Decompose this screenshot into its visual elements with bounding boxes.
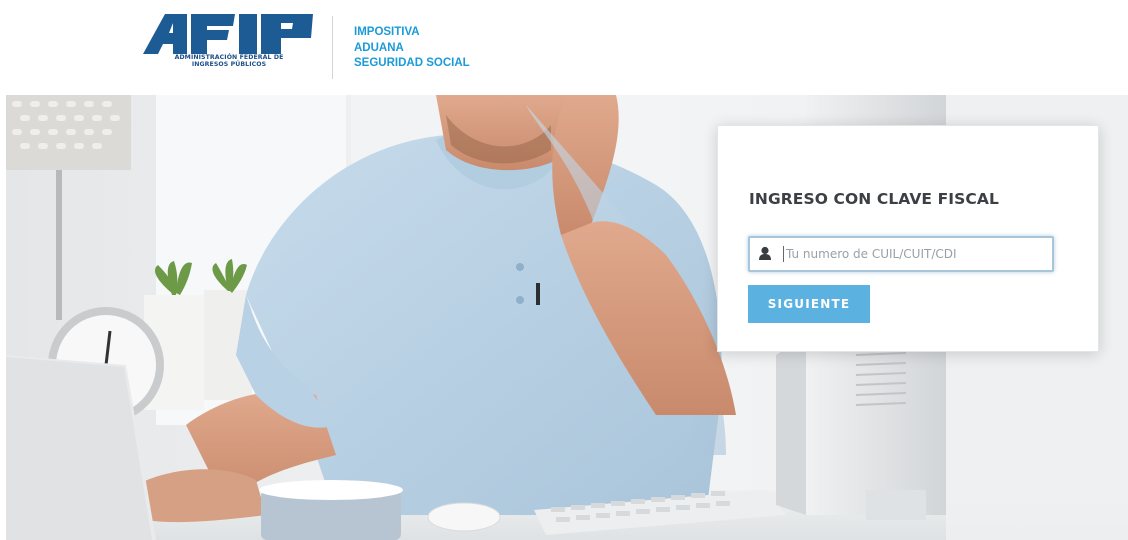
cuil-input[interactable] [783, 241, 1048, 267]
logo-subtitle-line2: INGRESOS PÚBLICOS [191, 61, 267, 68]
login-title: INGRESO CON CLAVE FISCAL [749, 190, 999, 208]
afip-logo-subtitle: ADMINISTRACIÓN FEDERAL DE INGRESOS PÚBLI… [143, 54, 315, 68]
tagline-seguridad-social: SEGURIDAD SOCIAL [354, 57, 470, 69]
header-taglines: IMPOSITIVA ADUANA SEGURIDAD SOCIAL [354, 25, 470, 72]
siguiente-button[interactable]: SIGUIENTE [748, 285, 870, 323]
login-card: INGRESO CON CLAVE FISCAL SIGUIENTE [717, 125, 1099, 352]
afip-logo-mark [143, 14, 313, 54]
afip-logo[interactable]: ADMINISTRACIÓN FEDERAL DE INGRESOS PÚBLI… [143, 14, 315, 76]
tagline-impositiva: IMPOSITIVA [354, 26, 420, 38]
header-divider [332, 16, 333, 79]
logo-subtitle-line1: ADMINISTRACIÓN FEDERAL DE [174, 54, 284, 61]
tagline-aduana: ADUANA [354, 41, 404, 54]
cuil-input-wrapper[interactable] [748, 236, 1054, 272]
user-icon [759, 246, 771, 260]
site-header: ADMINISTRACIÓN FEDERAL DE INGRESOS PÚBLI… [0, 0, 1128, 95]
